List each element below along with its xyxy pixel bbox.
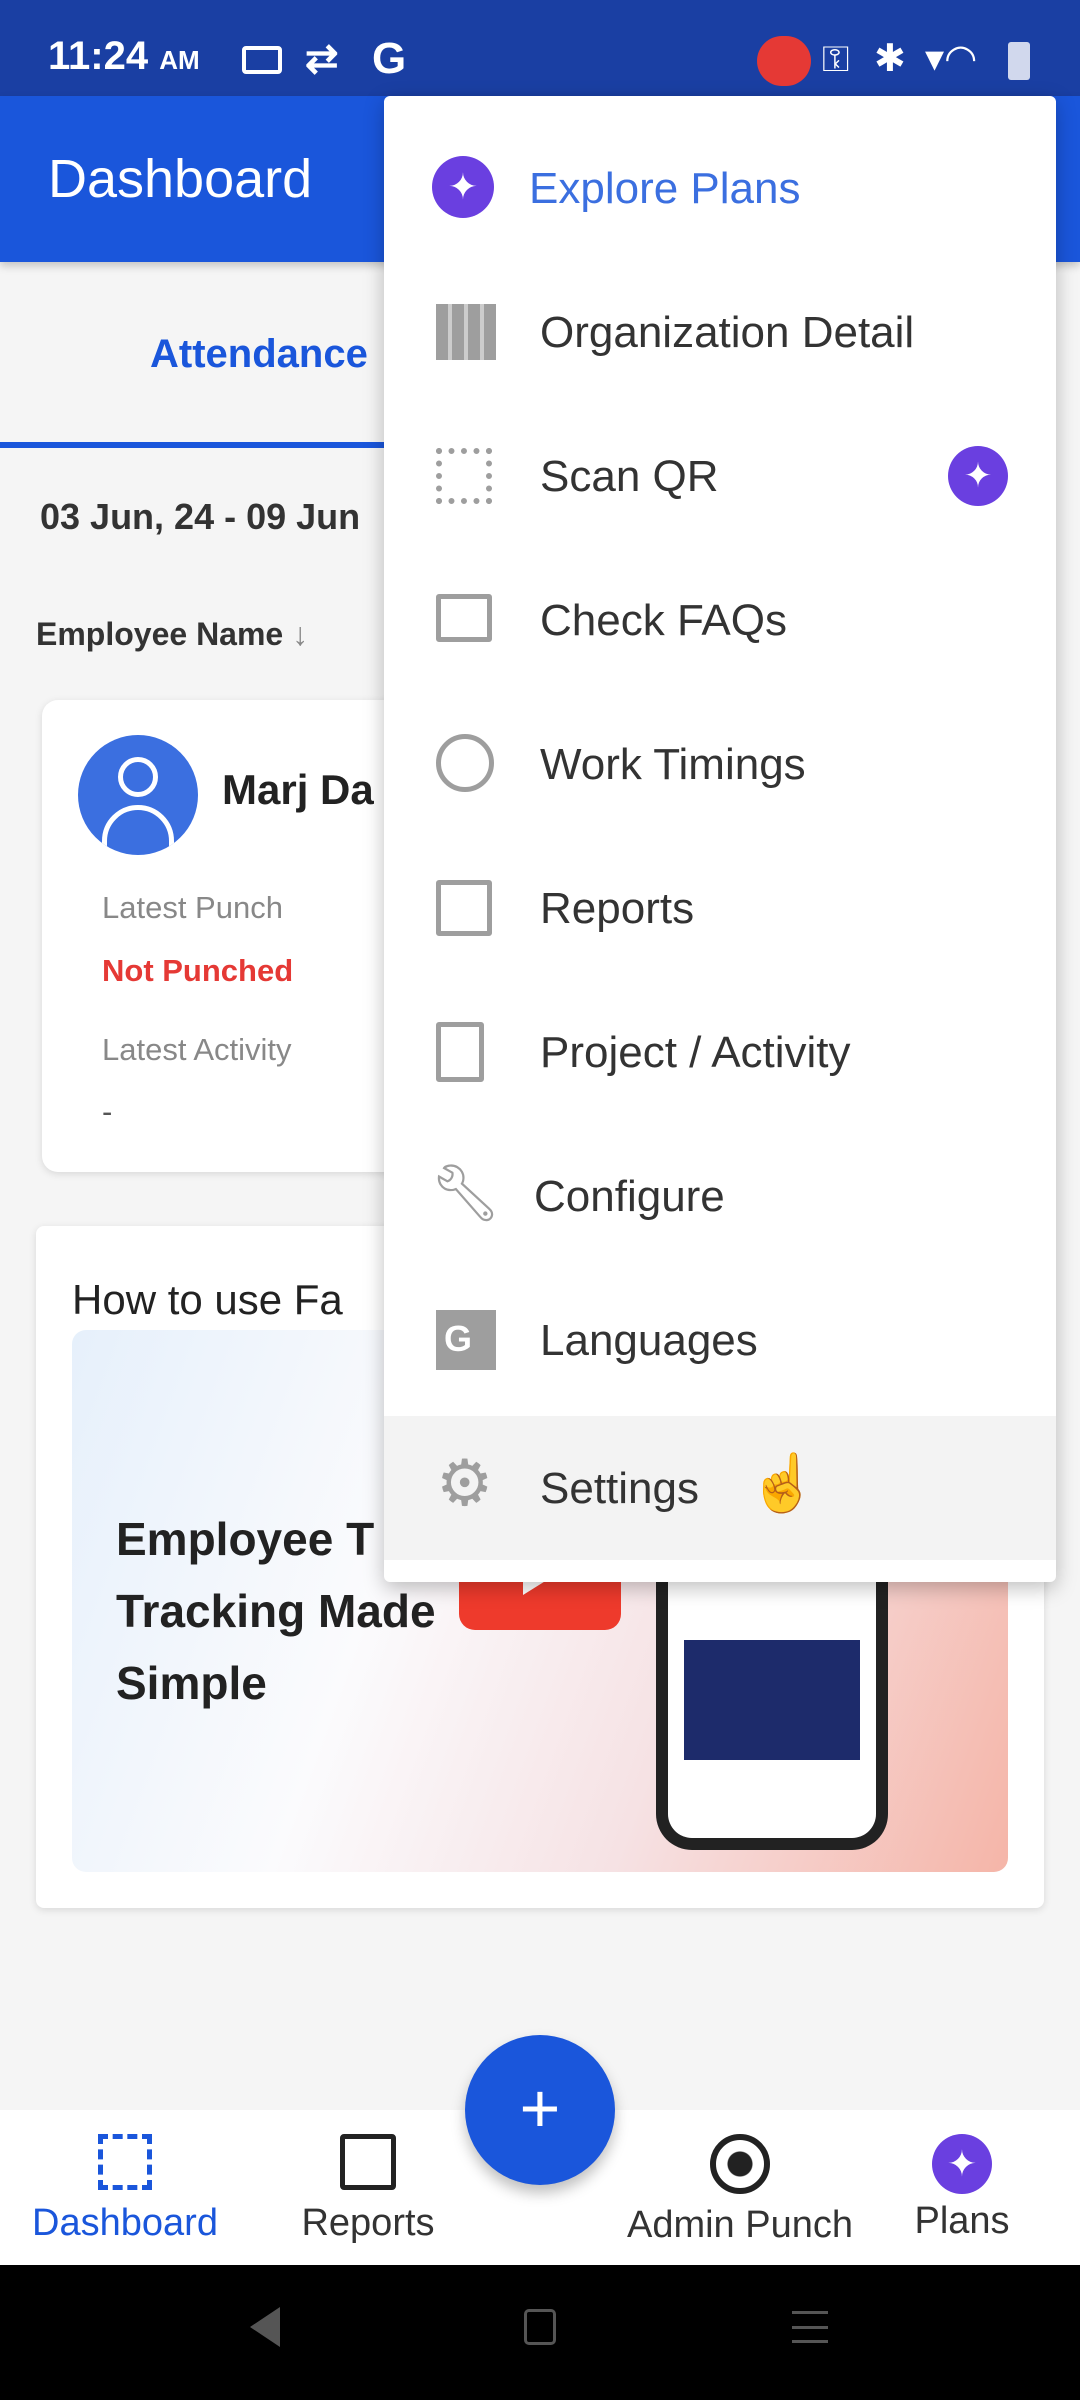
menu-item-organization-detail[interactable]: Organization Detail [384,260,1056,404]
latest-activity-value: - [102,1094,113,1129]
sparkle-badge-icon: ✦ [948,446,1008,506]
video-title: How to use Fa [72,1276,343,1323]
recording-icon [757,36,811,86]
qr-code-icon [436,448,492,504]
menu-icon[interactable] [792,2311,828,2343]
add-fab-button[interactable]: + [465,2035,615,2185]
menu-item-reports[interactable]: Reports [384,836,1056,980]
system-nav-bar [0,2265,1080,2400]
nav-reports[interactable]: Reports [248,2134,488,2245]
menu-item-label: Scan QR [540,452,719,501]
thumb-text: Tracking Made [116,1585,436,1637]
document-add-icon [436,1022,484,1082]
home-icon[interactable] [524,2309,556,2345]
tab-indicator [0,442,384,448]
menu-item-label: Explore Plans [529,164,801,213]
thumb-text: Simple [116,1657,267,1709]
menu-item-label: Organization Detail [540,308,915,357]
menu-item-label: Settings [540,1464,699,1513]
employee-card[interactable]: Marj Da Latest Punch Not Punched Latest … [42,700,442,1172]
employee-name: Marj Da [222,766,374,813]
avatar [78,735,198,855]
sparkle-icon: ✦ [932,2134,992,2194]
menu-item-label: Work Timings [540,740,806,789]
target-icon [710,2134,770,2194]
nav-label: Dashboard [32,2202,218,2244]
nav-label: Admin Punch [626,2204,853,2246]
overflow-menu: ✦ Explore Plans Organization Detail Scan… [384,96,1056,1582]
key-icon: ⚿ [822,38,850,79]
nav-dashboard[interactable]: Dashboard [5,2134,245,2245]
status-bar: 11:24 AM ⇄ G ⚿ ✱ ▾◠ [0,0,1080,96]
building-icon [436,304,496,360]
battery-icon [1008,42,1030,80]
latest-activity-label: Latest Activity [102,1032,292,1067]
menu-item-label: Configure [534,1172,725,1221]
gear-icon: ⚙ [436,1447,494,1519]
wrench-icon: 🔧︎ [430,1161,502,1224]
menu-item-label: Check FAQs [540,596,787,645]
sync-icon: ⇄ [305,37,339,81]
cursor-hand-icon: ☝ [748,1451,818,1514]
nav-admin-punch[interactable]: Admin Punch [620,2134,860,2247]
menu-item-check-faqs[interactable]: Check FAQs [384,548,1056,692]
menu-item-label: Languages [540,1316,758,1365]
menu-item-scan-qr[interactable]: Scan QR ✦ [384,404,1056,548]
sparkle-icon: ✦ [432,156,494,218]
clock-icon [436,734,494,792]
menu-item-label: Reports [540,884,695,933]
menu-item-explore-plans[interactable]: ✦ Explore Plans [384,116,1056,260]
bluetooth-icon: ✱ [874,38,906,80]
nav-plans[interactable]: ✦ Plans [842,2134,1080,2243]
latest-punch-value: Not Punched [102,953,294,988]
camera-icon [242,46,282,74]
nav-label: Reports [301,2202,435,2244]
menu-item-languages[interactable]: G Languages [384,1268,1056,1412]
menu-item-project-activity[interactable]: Project / Activity [384,980,1056,1124]
thumb-text: Employee T [116,1513,375,1565]
bar-chart-icon [436,880,492,936]
google-icon: G [372,34,407,83]
translate-icon: G [436,1310,496,1370]
menu-item-work-timings[interactable]: Work Timings [384,692,1056,836]
latest-punch-label: Latest Punch [102,890,283,925]
tab-attendance[interactable]: Attendance [0,332,384,377]
dashboard-icon [98,2134,152,2190]
menu-item-settings[interactable]: ⚙ Settings ☝ [384,1416,1056,1560]
sort-employee-name[interactable]: Employee Name ↓ [36,616,308,653]
bar-chart-icon [340,2134,396,2190]
back-icon[interactable] [250,2307,280,2347]
chat-icon [436,594,492,642]
status-time: 11:24 AM [48,34,200,78]
menu-item-label: Project / Activity [540,1028,851,1077]
menu-item-configure[interactable]: 🔧︎ Configure [384,1124,1056,1268]
nav-label: Plans [914,2200,1010,2242]
date-range[interactable]: 03 Jun, 24 - 09 Jun [40,496,360,538]
page-title: Dashboard [48,149,313,209]
wifi-icon: ▾◠ [925,38,978,80]
arrow-down-icon: ↓ [292,616,309,652]
